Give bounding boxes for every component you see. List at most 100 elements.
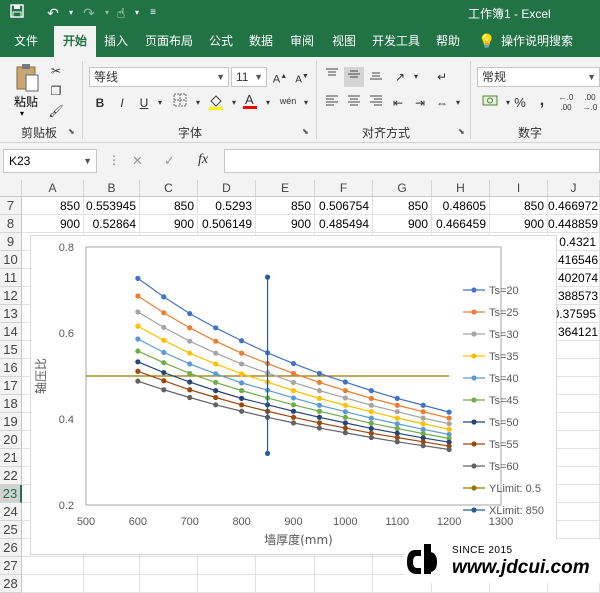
- cell-a8[interactable]: 900: [22, 215, 84, 233]
- tab-home[interactable]: 开始: [54, 26, 96, 57]
- save-icon[interactable]: [8, 4, 26, 22]
- column-header-g[interactable]: G: [373, 180, 432, 197]
- cell-e27[interactable]: [256, 557, 315, 575]
- cell-i7[interactable]: 850: [490, 197, 548, 215]
- row-header-19[interactable]: 19: [0, 413, 22, 431]
- font-color-icon[interactable]: A: [240, 91, 260, 111]
- decrease-indent-icon[interactable]: ⇤: [388, 93, 408, 113]
- cell-f7[interactable]: 0.506754: [315, 197, 373, 215]
- shrink-font-icon[interactable]: A▼: [292, 67, 312, 87]
- formula-input[interactable]: [224, 149, 600, 173]
- row-header-9[interactable]: 9: [0, 233, 22, 251]
- cell-a28[interactable]: [22, 575, 84, 593]
- phonetic-dropdown-icon[interactable]: ▾: [296, 93, 316, 113]
- underline-dropdown-icon[interactable]: ▾: [150, 93, 170, 113]
- cell-h8[interactable]: 0.466459: [432, 215, 490, 233]
- column-header-d[interactable]: D: [198, 180, 256, 197]
- row-header-17[interactable]: 17: [0, 377, 22, 395]
- row-header-18[interactable]: 18: [0, 395, 22, 413]
- row-header-26[interactable]: 26: [0, 539, 22, 557]
- accounting-format-icon[interactable]: [480, 93, 500, 113]
- font-color-dropdown-icon[interactable]: ▾: [258, 93, 278, 113]
- tab-insert[interactable]: 插入: [98, 26, 134, 57]
- clipboard-launcher-icon[interactable]: ⬊: [68, 127, 75, 136]
- cell-c8[interactable]: 900: [140, 215, 198, 233]
- align-right-icon[interactable]: [366, 93, 386, 113]
- cell-f28[interactable]: [315, 575, 373, 593]
- paste-label[interactable]: 粘贴: [14, 93, 38, 110]
- row-header-24[interactable]: 24: [0, 503, 22, 521]
- grow-font-icon[interactable]: A▲: [270, 67, 290, 87]
- cell-d7[interactable]: 0.5293: [198, 197, 256, 215]
- row-header-27[interactable]: 27: [0, 557, 22, 575]
- format-painter-icon[interactable]: 🖌: [46, 101, 66, 121]
- phonetic-icon[interactable]: wén: [278, 91, 298, 111]
- merge-dropdown-icon[interactable]: ▾: [448, 93, 468, 113]
- cancel-icon[interactable]: ✕: [132, 153, 143, 169]
- select-all-corner[interactable]: [0, 180, 22, 197]
- cell-b28[interactable]: [84, 575, 140, 593]
- orientation-dropdown-icon[interactable]: ▾: [406, 67, 426, 87]
- cell-c28[interactable]: [140, 575, 198, 593]
- decrease-decimal-icon[interactable]: .00 →.0: [580, 93, 600, 113]
- column-header-h[interactable]: H: [432, 180, 490, 197]
- tab-developer[interactable]: 开发工具: [368, 26, 424, 57]
- cell-b27[interactable]: [84, 557, 140, 575]
- cell-d8[interactable]: 0.506149: [198, 215, 256, 233]
- cell-g8[interactable]: 900: [373, 215, 432, 233]
- cell-b8[interactable]: 0.52864: [84, 215, 140, 233]
- customize-icon[interactable]: ≡: [144, 4, 162, 22]
- row-header-10[interactable]: 10: [0, 251, 22, 269]
- borders-dropdown-icon[interactable]: ▾: [188, 93, 208, 113]
- cell-c7[interactable]: 850: [140, 197, 198, 215]
- row-header-14[interactable]: 14: [0, 323, 22, 341]
- paste-dropdown-icon[interactable]: ▾: [20, 109, 24, 118]
- align-top-icon[interactable]: [322, 67, 342, 87]
- cell-e7[interactable]: 850: [256, 197, 315, 215]
- cell-j8[interactable]: 0.448859: [548, 215, 600, 233]
- italic-button[interactable]: I: [112, 93, 132, 113]
- paste-icon[interactable]: [14, 63, 40, 93]
- tab-formulas[interactable]: 公式: [204, 26, 238, 57]
- tab-view[interactable]: 视图: [326, 26, 362, 57]
- cell-f27[interactable]: [315, 557, 373, 575]
- tab-review[interactable]: 审阅: [284, 26, 320, 57]
- column-header-e[interactable]: E: [256, 180, 315, 197]
- align-center-icon[interactable]: [344, 93, 364, 113]
- column-header-j[interactable]: J: [548, 180, 600, 197]
- align-bottom-icon[interactable]: [366, 67, 386, 87]
- tell-me-search[interactable]: 操作说明搜索: [500, 26, 574, 57]
- row-header-28[interactable]: 28: [0, 575, 22, 593]
- cell-e28[interactable]: [256, 575, 315, 593]
- tab-file[interactable]: 文件: [4, 26, 48, 57]
- row-header-16[interactable]: 16: [0, 359, 22, 377]
- row-header-20[interactable]: 20: [0, 431, 22, 449]
- number-format-select[interactable]: 常规 ▼: [477, 67, 600, 87]
- undo-dropdown-icon[interactable]: ▾: [62, 4, 80, 22]
- cell-c27[interactable]: [140, 557, 198, 575]
- cell-i8[interactable]: 900: [490, 215, 548, 233]
- column-header-f[interactable]: F: [315, 180, 373, 197]
- tab-help[interactable]: 帮助: [430, 26, 466, 57]
- cell-d27[interactable]: [198, 557, 256, 575]
- undo-icon[interactable]: ↶: [44, 4, 62, 22]
- row-header-7[interactable]: 7: [0, 197, 22, 215]
- cell-h7[interactable]: 0.48605: [432, 197, 490, 215]
- tab-page-layout[interactable]: 页面布局: [140, 26, 198, 57]
- row-header-23[interactable]: 23: [0, 485, 22, 503]
- alignment-launcher-icon[interactable]: ⬊: [458, 127, 465, 136]
- bold-button[interactable]: B: [90, 93, 110, 113]
- cell-a27[interactable]: [22, 557, 84, 575]
- increase-indent-icon[interactable]: ⇥: [410, 93, 430, 113]
- align-middle-icon[interactable]: [344, 67, 364, 87]
- cut-icon[interactable]: ✂: [46, 61, 66, 81]
- row-header-22[interactable]: 22: [0, 467, 22, 485]
- wrap-text-icon[interactable]: ↵: [432, 67, 452, 87]
- enter-icon[interactable]: ✓: [164, 153, 175, 169]
- cell-b7[interactable]: 0.553945: [84, 197, 140, 215]
- font-launcher-icon[interactable]: ⬊: [302, 127, 309, 136]
- cell-d28[interactable]: [198, 575, 256, 593]
- cell-g7[interactable]: 850: [373, 197, 432, 215]
- name-box[interactable]: K23 ▼: [3, 149, 97, 173]
- column-header-c[interactable]: C: [140, 180, 198, 197]
